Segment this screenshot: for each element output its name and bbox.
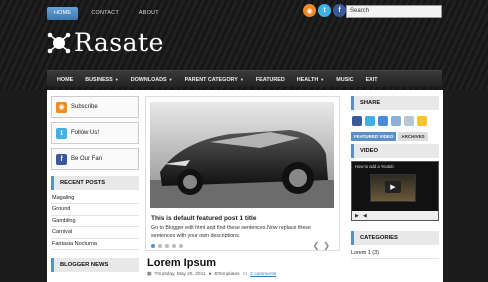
nav-item-label: HEALTH: [296, 76, 319, 83]
logo-mark-icon: [47, 32, 71, 53]
categories-list: Lorem 1 (3): [351, 247, 439, 259]
recent-posts-title: RECENT POSTS: [51, 176, 139, 190]
nav-item-featured[interactable]: FEATURED: [250, 77, 291, 83]
nav-item-label: BUSINESS: [85, 76, 113, 83]
slider-dot[interactable]: [158, 244, 162, 248]
chevron-down-icon: ▼: [168, 76, 173, 82]
right-sidebar: SHARE FEATURED VIDEO ARCHIVES VIDEO How …: [351, 96, 439, 259]
slider-dot[interactable]: [165, 244, 169, 248]
rss-icon: ◉: [56, 101, 67, 113]
slide-text: Go to Blogger edit html and find these s…: [151, 225, 311, 239]
email-share-icon[interactable]: [404, 116, 414, 126]
tab-featured-video[interactable]: FEATURED VIDEO: [351, 132, 397, 141]
nav-item-home[interactable]: HOME: [51, 77, 79, 83]
recent-posts-list: Magaling Ground Gambling Carnival Fantasia N…: [51, 193, 139, 250]
nav-item-label: MUSIC: [336, 76, 354, 83]
logo-text: Rasate: [74, 28, 164, 57]
slider-arrows: ❮❯: [313, 241, 334, 250]
volume-icon[interactable]: ◀: [363, 213, 367, 219]
video-tabs: FEATURED VIDEO ARCHIVES: [351, 132, 439, 141]
recent-post-item[interactable]: Gambling: [51, 216, 139, 228]
site-logo[interactable]: Rasate: [47, 28, 164, 57]
toplink-about[interactable]: ABOUT: [132, 7, 166, 20]
digg-share-icon[interactable]: [378, 116, 388, 126]
post-title[interactable]: Lorem Ipsum: [147, 257, 216, 269]
play-icon[interactable]: ▶: [385, 181, 401, 193]
slider-dot[interactable]: [179, 244, 183, 248]
nav-item-label: HOME: [57, 76, 74, 83]
twitter-icon[interactable]: t: [318, 4, 331, 17]
facebook-share-icon[interactable]: [352, 116, 362, 126]
video-caption: How to add a Youtub: [355, 164, 394, 169]
nav-item-label: PARENT CATEGORY: [184, 76, 238, 83]
slide-title[interactable]: This is default featured post 1 title: [151, 215, 256, 222]
facebook-icon: f: [56, 153, 67, 165]
post-author: BTemplates: [214, 272, 240, 277]
nav-item-business[interactable]: BUSINESS ▼: [79, 77, 125, 83]
social-box-2[interactable]: f Be Our Fan: [51, 148, 139, 170]
nav-item-label: FEATURED: [255, 76, 285, 83]
social-box-1[interactable]: t Follow Us!: [51, 122, 139, 144]
chevron-down-icon: ▼: [239, 76, 244, 82]
nav-item-parent-category[interactable]: PARENT CATEGORY ▼: [179, 77, 250, 83]
categories-title: CATEGORIES: [351, 231, 439, 245]
nav-item-music[interactable]: MUSIC: [330, 77, 359, 83]
nav-item-health[interactable]: HEALTH ▼: [291, 77, 330, 83]
toplink-contact[interactable]: CONTACT: [84, 7, 126, 20]
user-icon: ●: [208, 272, 212, 277]
video-title: VIDEO: [351, 144, 439, 158]
social-box-label: Follow Us!: [71, 130, 100, 136]
header-social: ◉ t f: [303, 4, 346, 17]
twitter-share-icon[interactable]: [365, 116, 375, 126]
nav-item-label: EXIT: [365, 76, 378, 83]
blogger-news-title: BLOGGER NEWS: [51, 257, 139, 272]
slider-dots: [151, 244, 183, 248]
featured-slider-column: This is default featured post 1 title Go…: [145, 96, 340, 251]
post-meta: ▦ Thursday, May 26, 2011 ● BTemplates ▭ …: [147, 272, 276, 277]
social-box-label: Be Our Fan: [71, 156, 103, 162]
share-icons: [351, 110, 439, 132]
search-input[interactable]: Search: [346, 5, 442, 18]
twitter-icon: t: [56, 127, 67, 139]
social-box-label: Subscribe: [71, 104, 98, 110]
nav-item-downloads[interactable]: DOWNLOADS ▼: [125, 77, 179, 83]
play-control-icon[interactable]: ▶: [355, 213, 359, 219]
featured-image[interactable]: [150, 102, 334, 208]
car-image-icon: [150, 102, 334, 208]
comment-icon: ▭: [242, 272, 248, 277]
video-controls: ▶ ◀: [352, 211, 438, 220]
favorite-share-icon[interactable]: [417, 116, 427, 126]
left-sidebar: ◉ Subscribe t Follow Us! f Be Our Fan RECENT …: [51, 96, 139, 272]
facebook-icon[interactable]: f: [333, 4, 346, 17]
social-box-0[interactable]: ◉ Subscribe: [51, 96, 139, 118]
slider-dot[interactable]: [172, 244, 176, 248]
post-date: Thursday, May 26, 2011: [154, 272, 206, 277]
video-player[interactable]: How to add a Youtub ▶ ▶ ◀: [351, 161, 439, 221]
main-nav: HOME BUSINESS ▼ DOWNLOADS ▼ PARENT CATEGORY ▼ F…: [47, 70, 442, 87]
chevron-down-icon: ▼: [320, 76, 325, 82]
chevron-down-icon: ▼: [114, 76, 119, 82]
top-links: HOME CONTACT ABOUT: [47, 7, 166, 20]
tab-archives[interactable]: ARCHIVES: [398, 132, 428, 141]
toplink-home[interactable]: HOME: [47, 7, 79, 20]
category-item[interactable]: Lorem 1 (3): [351, 247, 439, 259]
rss-icon[interactable]: ◉: [303, 4, 316, 17]
share-title: SHARE: [351, 96, 439, 110]
recent-post-item[interactable]: Fantasia Nocturna: [51, 239, 139, 250]
slider-dot[interactable]: [151, 244, 155, 248]
recent-post-item[interactable]: Magaling: [51, 193, 139, 205]
content-area: ◉ Subscribe t Follow Us! f Be Our Fan RECENT …: [47, 90, 443, 282]
recent-post-item[interactable]: Carnival: [51, 227, 139, 239]
featured-slider: This is default featured post 1 title Go…: [145, 96, 340, 251]
nav-item-exit[interactable]: EXIT: [360, 77, 384, 83]
delicious-share-icon[interactable]: [391, 116, 401, 126]
nav-item-label: DOWNLOADS: [130, 76, 167, 83]
next-arrow-icon[interactable]: ❯: [323, 241, 334, 250]
prev-arrow-icon[interactable]: ❮: [313, 241, 324, 250]
calendar-icon: ▦: [147, 272, 152, 277]
recent-post-item[interactable]: Ground: [51, 204, 139, 216]
post-comments-link[interactable]: 2 comments: [250, 272, 276, 277]
